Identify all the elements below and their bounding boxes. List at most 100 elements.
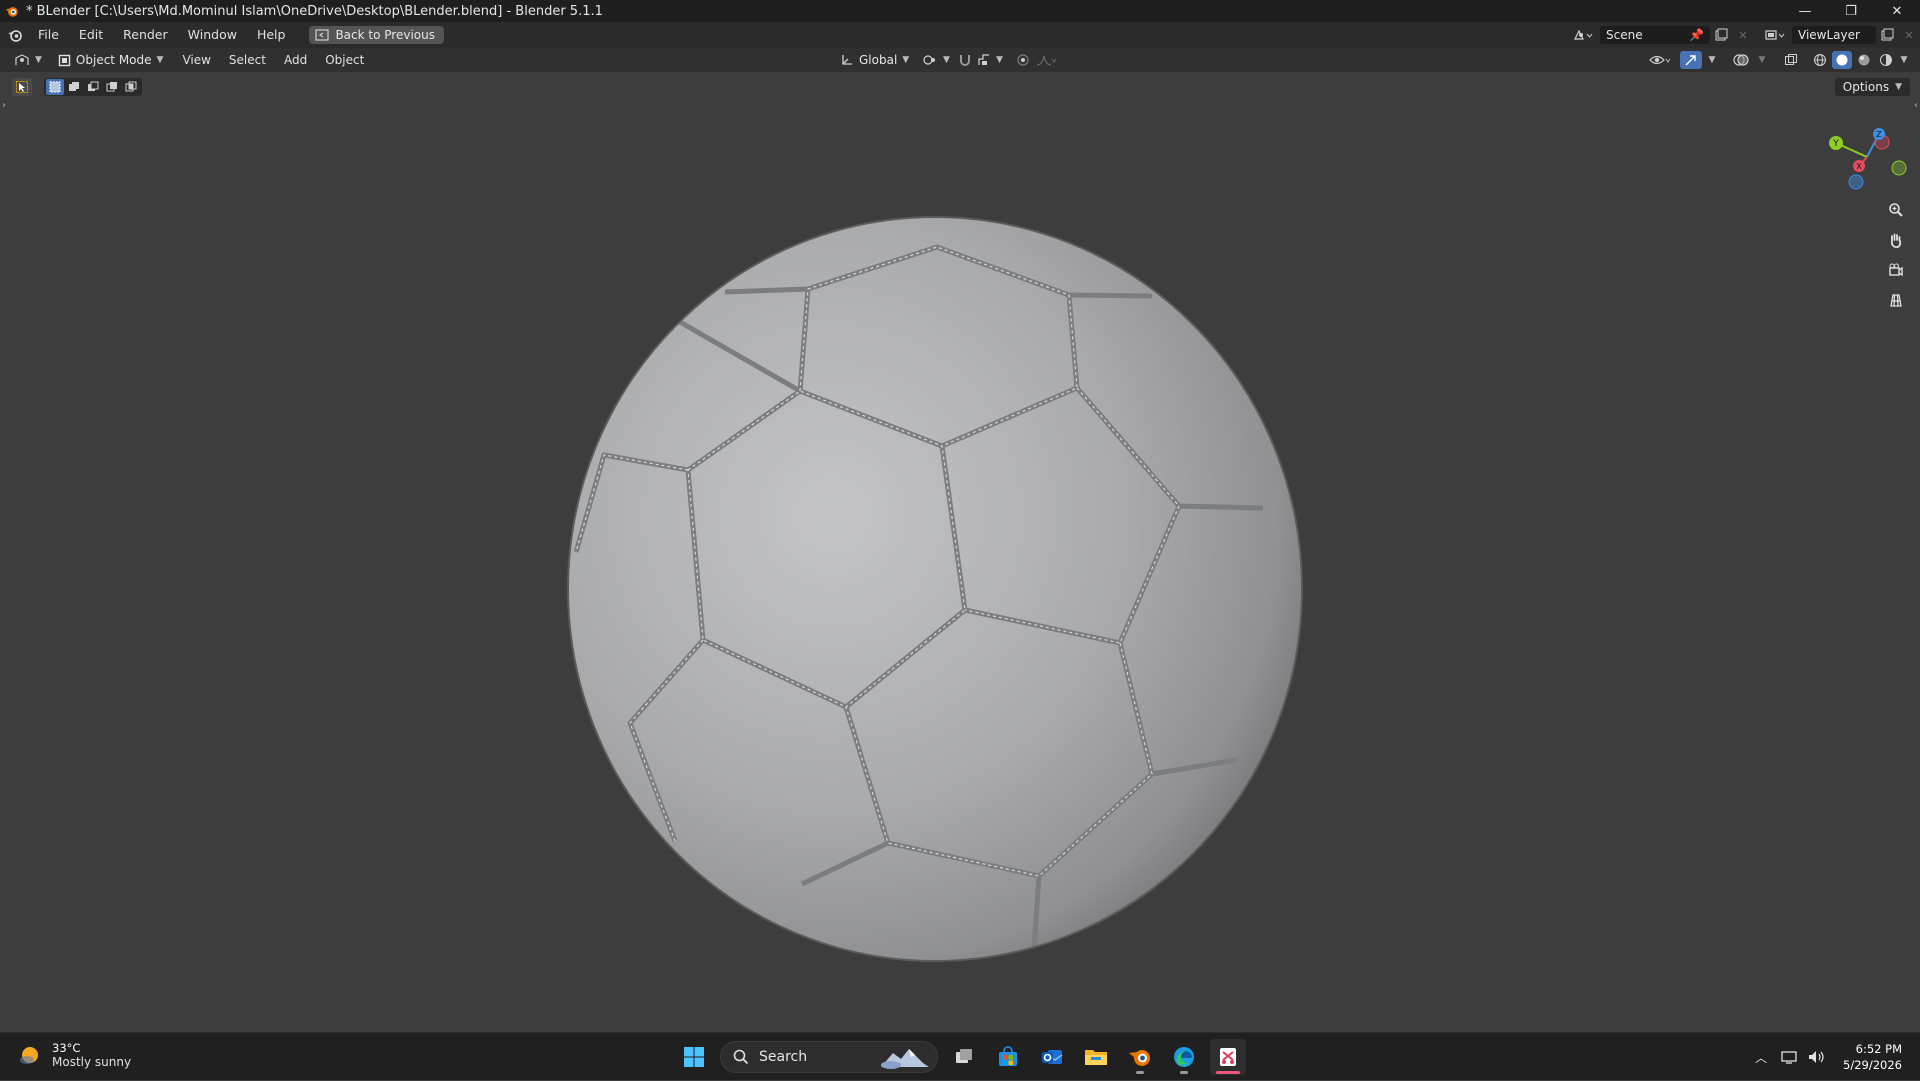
- mode-dropdown[interactable]: Object Mode ▼: [52, 50, 170, 70]
- editor-type-dropdown[interactable]: ▼: [8, 50, 48, 70]
- restore-button[interactable]: ❐: [1828, 0, 1874, 22]
- overlays-dropdown[interactable]: ▼: [1756, 51, 1768, 69]
- menu-view[interactable]: View: [173, 53, 219, 67]
- search-icon: [733, 1049, 749, 1065]
- new-scene-icon[interactable]: [1710, 26, 1732, 44]
- 3d-viewport[interactable]: Options ▼ › ‹ Z Y X: [0, 72, 1920, 1032]
- pan-hand-icon: [1890, 233, 1902, 248]
- object-mode-icon: [58, 54, 71, 66]
- eye-icon: [1649, 55, 1671, 65]
- menu-render[interactable]: Render: [113, 22, 178, 48]
- wireframe-shading-icon[interactable]: [1810, 51, 1830, 69]
- camera-view-button[interactable]: [1882, 256, 1910, 284]
- gizmo-z-negative[interactable]: [1848, 174, 1864, 190]
- orientation-icon: [842, 55, 852, 65]
- svg-text:Y: Y: [1832, 139, 1839, 149]
- search-highlight-image: [881, 1049, 929, 1069]
- pivot-dropdown[interactable]: ▼: [916, 50, 956, 70]
- weather-temp: 33°C: [52, 1041, 81, 1055]
- proportional-icon: [1017, 54, 1029, 66]
- back-to-previous-button[interactable]: Back to Previous: [309, 26, 444, 44]
- volume-icon[interactable]: [1803, 1048, 1831, 1066]
- close-button[interactable]: ✕: [1874, 0, 1920, 22]
- new-view-layer-icon[interactable]: [1876, 26, 1898, 44]
- view-layer-selector-icon[interactable]: [1760, 26, 1790, 44]
- visibility-dropdown[interactable]: [1646, 51, 1676, 69]
- gizmo-y-negative[interactable]: [1891, 160, 1907, 176]
- magnet-icon: [960, 55, 970, 66]
- gizmo-toggle-icon[interactable]: [1680, 51, 1702, 69]
- weather-widget[interactable]: 33°C Mostly sunny: [18, 1041, 131, 1069]
- running-indicator: [1216, 1071, 1240, 1074]
- shading-dropdown[interactable]: ▼: [1898, 51, 1910, 69]
- pin-icon[interactable]: 📌: [1689, 28, 1704, 42]
- menu-edit[interactable]: Edit: [69, 22, 113, 48]
- top-menu-bar: File Edit Render Window Help Back to Pre…: [0, 22, 1920, 48]
- taskbar-clock[interactable]: 6:52 PM 5/29/2026: [1843, 1041, 1902, 1073]
- svg-text:Z: Z: [1876, 130, 1882, 139]
- chevron-up-icon[interactable]: ︿: [1747, 1048, 1775, 1066]
- clock-date: 5/29/2026: [1843, 1058, 1902, 1072]
- menu-select[interactable]: Select: [220, 53, 275, 67]
- edge-icon[interactable]: [1166, 1039, 1202, 1075]
- snap-increment-icon: [978, 54, 989, 65]
- solid-shading-icon[interactable]: [1832, 51, 1852, 69]
- falloff-icon: [1036, 55, 1057, 66]
- menu-object[interactable]: Object: [316, 53, 373, 67]
- search-placeholder: Search: [759, 1049, 808, 1065]
- menu-help[interactable]: Help: [247, 22, 296, 48]
- outlook-icon[interactable]: [1034, 1039, 1070, 1075]
- chevron-down-icon: ▼: [996, 55, 1003, 65]
- blender-menu-icon[interactable]: [2, 22, 28, 48]
- view-layer-name: ViewLayer: [1798, 28, 1860, 42]
- chevron-down-icon: ▼: [902, 55, 910, 65]
- file-explorer-icon[interactable]: [1078, 1039, 1114, 1075]
- viewport-header: ▼ Object Mode ▼ View Select Add Object G…: [0, 48, 1920, 72]
- 3d-viewport-icon: [15, 54, 29, 65]
- mode-label: Object Mode: [75, 53, 152, 67]
- snipping-tool-icon[interactable]: [1210, 1039, 1246, 1075]
- xray-toggle-icon[interactable]: [1780, 51, 1802, 69]
- task-view-icon[interactable]: [946, 1039, 982, 1075]
- zoom-button[interactable]: [1882, 196, 1910, 224]
- camera-icon: [1889, 263, 1903, 277]
- delete-scene-icon[interactable]: ✕: [1732, 26, 1754, 44]
- material-shading-icon[interactable]: [1854, 51, 1874, 69]
- overlays-toggle-icon[interactable]: [1730, 51, 1752, 69]
- sun-cloud-icon: [20, 1047, 38, 1064]
- running-indicator: [1136, 1071, 1144, 1074]
- rendered-shading-icon[interactable]: [1876, 51, 1896, 69]
- menu-add[interactable]: Add: [275, 53, 316, 67]
- network-icon[interactable]: [1775, 1048, 1803, 1066]
- view-layer-field[interactable]: ViewLayer: [1792, 26, 1876, 44]
- pan-button[interactable]: [1882, 226, 1910, 254]
- window-title: * BLender [C:\Users\Md.Mominul Islam\One…: [26, 3, 603, 19]
- snap-dropdown[interactable]: ▼: [952, 50, 1009, 70]
- taskbar-search-input[interactable]: Search: [720, 1041, 938, 1073]
- ortho-toggle-button[interactable]: [1882, 286, 1910, 314]
- back-to-previous-label: Back to Previous: [335, 28, 435, 42]
- windows-taskbar: 33°C Mostly sunny Search ︿ 6:52 PM 5/29/…: [0, 1032, 1920, 1080]
- soccer-ball-object[interactable]: [0, 72, 1920, 1032]
- weather-desc: Mostly sunny: [52, 1055, 132, 1069]
- transform-orientation-dropdown[interactable]: Global ▼: [834, 50, 915, 70]
- blender-icon[interactable]: [1122, 1039, 1158, 1075]
- delete-view-layer-icon[interactable]: ✕: [1898, 26, 1920, 44]
- minimize-button[interactable]: —: [1782, 0, 1828, 22]
- svg-text:X: X: [1856, 162, 1862, 171]
- scene-field[interactable]: Scene 📌: [1600, 26, 1710, 44]
- blender-logo-icon: [5, 7, 18, 17]
- scene-selector-icon[interactable]: [1568, 26, 1598, 44]
- running-indicator: [1180, 1071, 1188, 1074]
- store-icon[interactable]: [990, 1039, 1026, 1075]
- zoom-icon: [1889, 203, 1903, 217]
- gizmo-dropdown[interactable]: ▼: [1706, 51, 1718, 69]
- grid-ortho-icon: [1890, 294, 1902, 307]
- navigation-gizmo[interactable]: Z Y X: [1820, 112, 1910, 202]
- menu-file[interactable]: File: [28, 22, 69, 48]
- proportional-editing-dropdown[interactable]: [1010, 50, 1063, 70]
- menu-window[interactable]: Window: [178, 22, 247, 48]
- system-tray: ︿ 6:52 PM 5/29/2026: [1747, 1033, 1920, 1081]
- chevron-down-icon: ▼: [156, 55, 164, 65]
- windows-start-icon[interactable]: [676, 1039, 712, 1075]
